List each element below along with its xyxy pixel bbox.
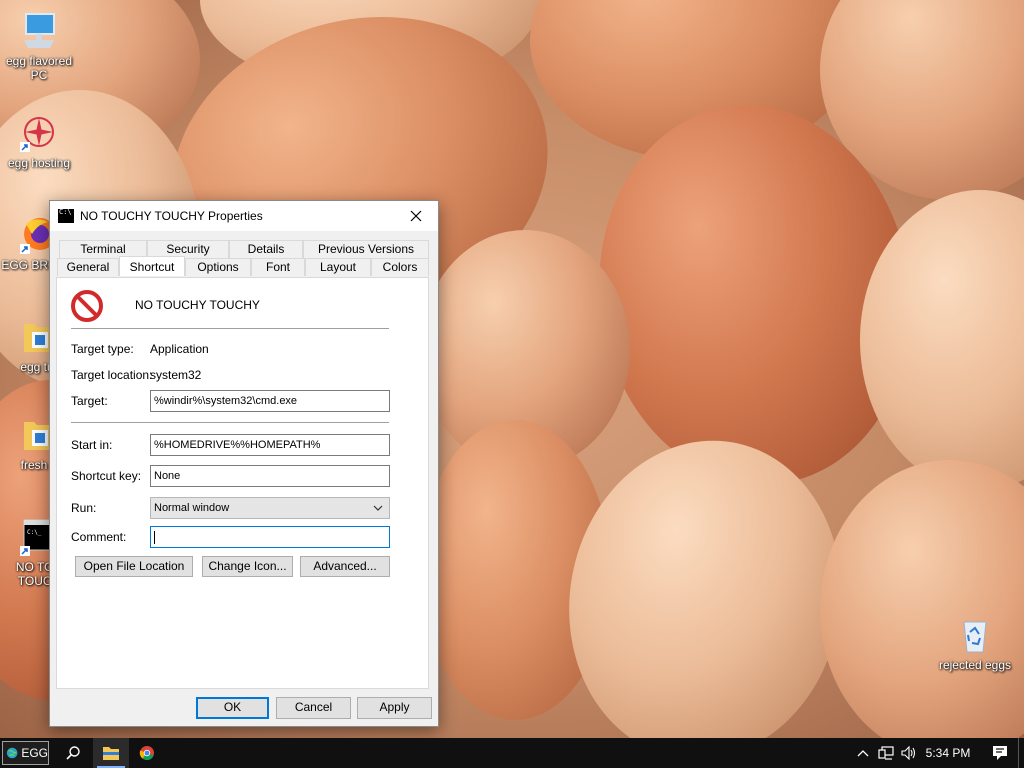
target-type-label: Target type: [71,342,134,356]
ok-button[interactable]: OK [196,697,269,719]
tab-layout[interactable]: Layout [305,258,371,276]
shortcut-panel: NO TOUCHY TOUCHY Target type: Applicatio… [56,277,429,689]
svg-text:C:\_: C:\_ [27,529,42,536]
shortcut-key-input[interactable]: None [150,465,390,487]
properties-dialog: C:\ NO TOUCHY TOUCHY Properties Terminal… [49,200,439,727]
target-label: Target: [71,394,108,408]
taskbar: EGG 5:34 PM [0,738,1024,768]
chevron-down-icon [373,498,383,526]
desktop-icon-label: rejected eggs [938,658,1012,672]
taskbar-chrome[interactable] [129,738,165,768]
target-location-label: Target location: [71,368,153,382]
change-icon-button[interactable]: Change Icon... [202,556,293,577]
tab-shortcut[interactable]: Shortcut [119,256,185,276]
start-label: EGG [21,746,48,760]
start-in-label: Start in: [71,438,113,452]
show-desktop-button[interactable] [1018,738,1024,768]
tab-previous-versions[interactable]: Previous Versions [303,240,429,258]
tab-colors[interactable]: Colors [371,258,429,276]
notification-icon [993,746,1007,760]
globe-icon [6,747,18,759]
run-select[interactable]: Normal window [150,497,390,519]
tab-details[interactable]: Details [229,240,303,258]
start-button[interactable]: EGG [2,741,49,765]
tab-options[interactable]: Options [185,258,251,276]
action-center-button[interactable] [982,738,1018,768]
egg-image [820,460,1024,738]
speaker-icon [901,746,916,760]
egg-hosting-shortcut-icon [18,112,60,154]
computer-icon [18,10,60,52]
clock[interactable]: 5:34 PM [920,738,976,768]
dialog-title: NO TOUCHY TOUCHY Properties [80,209,263,223]
shortcut-name: NO TOUCHY TOUCHY [135,298,260,312]
search-button[interactable] [55,738,91,768]
desktop-icon-rejected-eggs[interactable]: rejected eggs [937,614,1013,672]
tab-general[interactable]: General [57,258,119,276]
file-explorer-icon [103,747,119,760]
chrome-icon [139,746,154,761]
desktop-icon-label: egg flavored PC [5,54,73,82]
desktop-icon-egg-hosting[interactable]: egg hosting [1,112,77,170]
desktop-icon-label: egg hosting [7,156,71,170]
system-tray: 5:34 PM [852,738,1024,768]
tab-row-top: Terminal Security Details Previous Versi… [57,240,429,258]
target-input[interactable]: %windir%\system32\cmd.exe [150,390,390,412]
comment-label: Comment: [71,530,127,544]
close-button[interactable] [394,201,438,231]
close-icon [410,210,422,222]
separator [71,328,389,329]
advanced-button[interactable]: Advanced... [300,556,390,577]
taskbar-file-explorer[interactable] [93,738,129,768]
search-icon [66,746,80,760]
network-icon [878,746,894,760]
volume-button[interactable] [898,738,920,768]
run-select-value: Normal window [154,502,230,514]
chevron-up-icon [857,750,869,757]
tab-strip: Terminal Security Details Previous Versi… [57,240,429,276]
tab-row-bottom: General Shortcut Options Font Layout Col… [57,256,429,276]
cancel-button[interactable]: Cancel [276,697,351,719]
text-caret [154,530,155,544]
title-bar[interactable]: C:\ NO TOUCHY TOUCHY Properties [50,201,438,231]
target-location-value: system32 [150,368,202,382]
cmd-icon: C:\ [58,209,74,223]
run-label: Run: [71,501,97,515]
network-button[interactable] [874,738,898,768]
desktop-icon-egg-flavored-pc[interactable]: egg flavored PC [1,10,77,82]
no-entry-icon [71,290,103,325]
start-in-input[interactable]: %HOMEDRIVE%%HOMEPATH% [150,434,390,456]
open-file-location-button[interactable]: Open File Location [75,556,193,577]
show-hidden-icons-button[interactable] [852,738,874,768]
apply-button[interactable]: Apply [357,697,432,719]
tab-font[interactable]: Font [251,258,305,276]
target-type-value: Application [150,342,209,356]
comment-input[interactable] [150,526,390,548]
recycle-bin-icon [954,614,996,656]
shortcut-key-label: Shortcut key: [71,469,142,483]
separator [71,422,389,423]
